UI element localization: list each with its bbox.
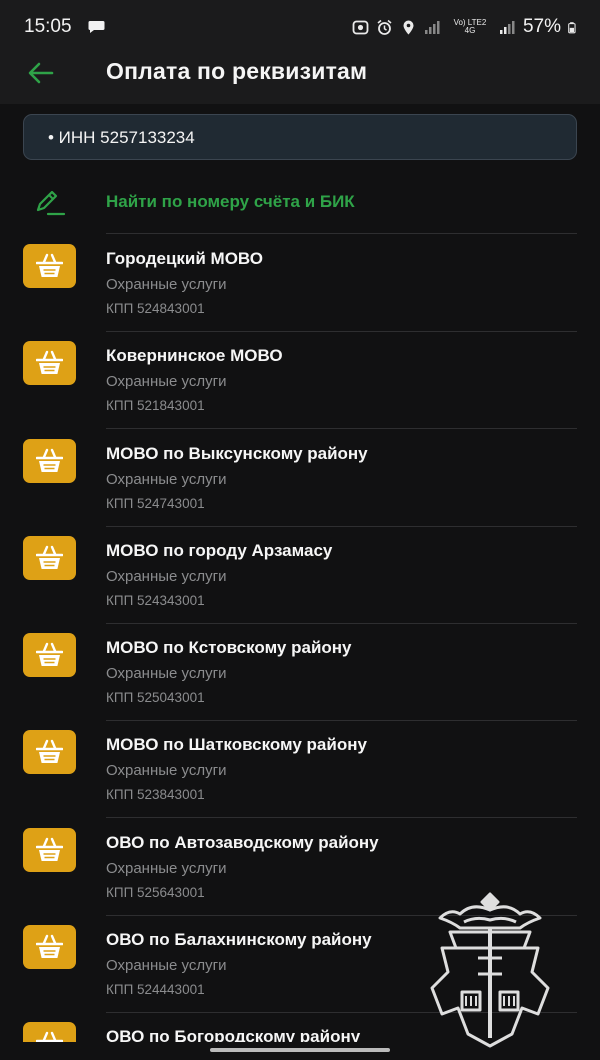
organization-item[interactable]: Городецкий МОВО Охранные услуги КПП 5248… xyxy=(0,236,600,333)
organization-name: ОВО по Балахнинскому району xyxy=(106,930,372,950)
organization-name: Городецкий МОВО xyxy=(106,249,264,268)
pencil-icon xyxy=(36,190,66,216)
organization-name: ОВО по Богородскому району xyxy=(106,1027,361,1042)
message-icon xyxy=(88,21,105,33)
signal-icon-2 xyxy=(499,20,515,34)
search-value: • ИНН 5257133234 xyxy=(48,128,195,147)
basket-icon xyxy=(23,1022,76,1042)
search-input[interactable]: • ИНН 5257133234 xyxy=(23,114,577,160)
organization-kpp: КПП 524843001 xyxy=(106,301,205,316)
organization-category: Охранные услуги xyxy=(106,957,227,975)
organization-kpp: КПП 521843001 xyxy=(106,398,205,414)
organization-item[interactable]: МОВО по Выксунскому району Охранные услу… xyxy=(0,431,600,528)
basket-icon xyxy=(23,633,76,678)
divider xyxy=(106,331,577,332)
location-icon xyxy=(403,20,414,34)
organization-item[interactable]: Ковернинское МОВО Охранные услуги КПП 52… xyxy=(0,333,600,430)
find-by-account-button[interactable]: Найти по номеру счёта и БИК xyxy=(0,178,600,234)
divider xyxy=(106,817,577,819)
organization-name: МОВО по городу Арзамасу xyxy=(106,540,333,560)
organization-category: Охранные услуги xyxy=(106,665,227,683)
organization-kpp: КПП 523843001 xyxy=(106,787,205,803)
organization-name: МОВО по Выксунскому району xyxy=(106,443,368,463)
organization-kpp: КПП 525043001 xyxy=(106,690,205,706)
organization-item[interactable]: МОВО по городу Арзамасу Охранные услуги … xyxy=(0,528,600,625)
divider xyxy=(106,233,577,234)
basket-icon xyxy=(23,730,76,775)
divider xyxy=(106,622,577,624)
organization-item[interactable]: МОВО по Шатковскому району Охранные услу… xyxy=(0,722,600,819)
status-time: 15:05 xyxy=(24,16,72,37)
organization-kpp: КПП 524743001 xyxy=(106,495,205,511)
organization-category: Охранные услуги xyxy=(106,859,227,877)
basket-icon xyxy=(23,244,76,288)
find-by-account-label: Найти по номеру счёта и БИК xyxy=(106,192,355,211)
back-arrow-icon[interactable] xyxy=(26,60,56,86)
organization-name: МОВО по Кстовскому району xyxy=(106,638,352,658)
organization-name: ОВО по Автозаводскому району xyxy=(106,832,379,852)
organization-item[interactable]: МОВО по Кстовскому району Охранные услуг… xyxy=(0,625,600,722)
screenshot-icon xyxy=(352,20,369,34)
battery-icon xyxy=(568,21,576,33)
organization-name: МОВО по Шатковскому району xyxy=(106,735,367,755)
organization-category: Охранные услуги xyxy=(106,567,227,585)
status-bar: 15:05 Vo) LTE2 4G 57% xyxy=(0,0,600,54)
network-label: Vo) LTE2 4G xyxy=(453,18,487,35)
app-bar: Оплата по реквизитам xyxy=(0,54,600,104)
divider xyxy=(106,428,577,430)
signal-icon xyxy=(424,20,440,34)
organization-kpp: КПП 524343001 xyxy=(106,592,205,608)
basket-icon xyxy=(23,535,76,580)
basket-icon xyxy=(23,341,76,386)
organization-category: Охранные услуги xyxy=(106,762,227,780)
organization-category: Охранные услуги xyxy=(106,276,227,293)
divider xyxy=(106,525,577,527)
page-title: Оплата по реквизитам xyxy=(106,58,368,84)
organization-name: Ковернинское МОВО xyxy=(106,346,283,366)
divider xyxy=(106,720,577,722)
battery-percent: 57% xyxy=(522,16,561,37)
basket-icon xyxy=(23,925,76,970)
basket-icon xyxy=(23,438,76,483)
organization-kpp: КПП 525643001 xyxy=(106,884,205,900)
alarm-icon xyxy=(377,19,392,35)
home-indicator[interactable] xyxy=(210,1048,390,1052)
organization-kpp: КПП 524443001 xyxy=(106,982,205,998)
emblem-watermark xyxy=(430,892,550,1048)
basket-icon xyxy=(23,827,76,872)
organization-category: Охранные услуги xyxy=(106,470,227,488)
organization-category: Охранные услуги xyxy=(106,373,227,391)
